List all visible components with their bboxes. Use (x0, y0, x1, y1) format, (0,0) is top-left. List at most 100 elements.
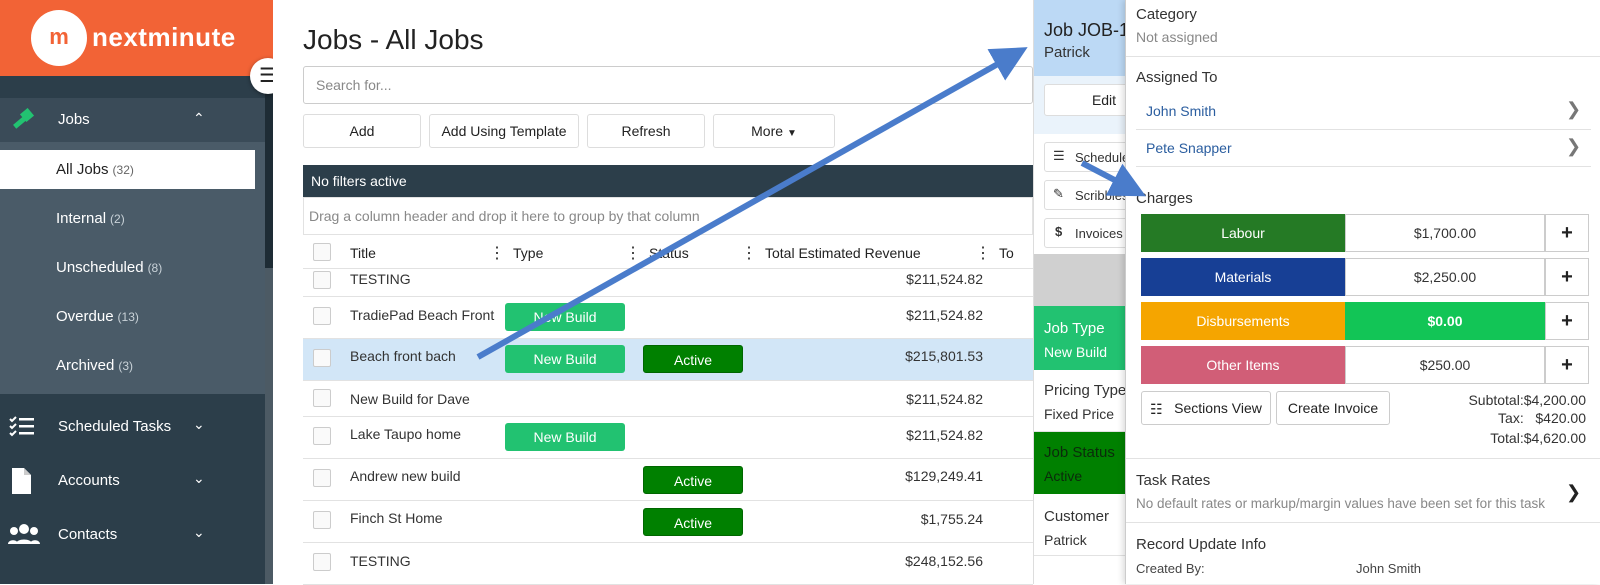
type-badge: New Build (505, 345, 625, 373)
field-label: Job Status (1044, 444, 1115, 461)
table-row[interactable]: TESTING $248,152.56 (303, 543, 1033, 585)
table-row[interactable]: TradiePad Beach Front New Build $211,524… (303, 297, 1033, 339)
field-value: New Build (1044, 344, 1108, 360)
charge-value[interactable]: $250.00 (1345, 346, 1545, 384)
chevron-down-icon: ⌄ (193, 416, 205, 432)
sidebar: m nextminute Jobs ⌃ All Jobs (32) Interna… (0, 0, 273, 584)
brand-logo[interactable]: m nextminute (0, 0, 273, 76)
submenu-item-internal[interactable]: Internal (2) (0, 199, 255, 238)
table-row-selected[interactable]: Beach front bach New Build Active $215,8… (303, 339, 1033, 381)
submenu-item-overdue[interactable]: Overdue (13) (0, 297, 255, 336)
charge-value[interactable]: $1,700.00 (1345, 214, 1545, 252)
chevron-right-icon[interactable]: ❯ (1566, 136, 1581, 157)
job-status-field: Job Status Active (1034, 432, 1134, 494)
pencil-icon: ✎ (1053, 186, 1064, 201)
chevron-right-icon[interactable]: ❯ (1566, 99, 1581, 120)
add-icon[interactable]: + (1545, 302, 1589, 340)
dollar-icon: $ (1055, 224, 1063, 239)
add-using-template-button[interactable]: Add Using Template (429, 114, 579, 148)
job-panel-divider (1034, 254, 1134, 306)
column-menu-icon[interactable]: ⋮ (975, 243, 991, 263)
add-icon[interactable]: + (1545, 258, 1589, 296)
sidebar-item-contacts[interactable]: Contacts ⌄ (0, 512, 265, 556)
create-invoice-button[interactable]: Create Invoice (1276, 391, 1390, 425)
row-checkbox[interactable] (313, 271, 331, 289)
sidebar-scrollbar-thumb[interactable] (265, 268, 273, 584)
row-checkbox[interactable] (313, 307, 331, 325)
row-checkbox[interactable] (313, 553, 331, 571)
more-button[interactable]: More ▼ (713, 114, 835, 148)
charge-label: Labour (1141, 214, 1345, 252)
row-checkbox[interactable] (313, 389, 331, 407)
select-all-checkbox[interactable] (313, 243, 331, 261)
column-menu-icon[interactable]: ⋮ (489, 243, 505, 263)
field-value: Patrick (1044, 532, 1087, 548)
submenu-item-archived[interactable]: Archived (3) (0, 346, 255, 385)
job-summary-panel: Job JOB-10 Patrick Edit ☰ Schedule ✎ Scrib… (1033, 0, 1134, 584)
schedule-button[interactable]: ☰ Schedule (1044, 142, 1134, 172)
caret-down-icon: ▼ (786, 128, 797, 139)
refresh-button[interactable]: Refresh (587, 114, 705, 148)
charge-label: Materials (1141, 258, 1345, 296)
invoices-button[interactable]: $ Invoices (4 (1044, 218, 1134, 248)
sidebar-item-label: Jobs (58, 111, 90, 128)
submenu-count: (2) (110, 212, 125, 226)
main-content: Jobs - All Jobs Search for... Add Add Us… (273, 0, 1033, 585)
row-checkbox[interactable] (313, 511, 331, 529)
group-drop-zone[interactable]: Drag a column header and drop it here to… (303, 197, 1033, 235)
charge-label: Disbursements (1141, 302, 1345, 340)
sections-view-button[interactable]: ☷ Sections View (1141, 391, 1271, 425)
row-checkbox[interactable] (313, 469, 331, 487)
scribbles-button[interactable]: ✎ Scribbles (1044, 180, 1134, 210)
job-title: Job JOB-10 (1044, 20, 1134, 40)
schedule-label: Schedule (1075, 150, 1130, 165)
search-input[interactable]: Search for... (303, 66, 1033, 104)
more-label: More (751, 123, 784, 139)
chevron-right-icon[interactable]: ❯ (1566, 482, 1581, 503)
row-revenue: $211,524.82 (906, 271, 983, 287)
add-icon[interactable]: + (1545, 346, 1589, 384)
charge-row-disbursements: Disbursements $0.00 + (1141, 302, 1591, 342)
table-row[interactable]: New Build for Dave $211,524.82 (303, 381, 1033, 417)
edit-button[interactable]: Edit (1044, 84, 1134, 116)
scribbles-label: Scribbles (1075, 188, 1129, 203)
sidebar-item-jobs[interactable]: Jobs ⌃ (0, 98, 265, 142)
row-checkbox[interactable] (313, 349, 331, 367)
hammer-icon (8, 107, 38, 139)
assigned-person[interactable]: Pete Snapper (1146, 140, 1232, 156)
submenu-label: All Jobs (56, 161, 109, 178)
column-menu-icon[interactable]: ⋮ (741, 243, 757, 263)
submenu-item-unscheduled[interactable]: Unscheduled (8) (0, 248, 255, 287)
add-icon[interactable]: + (1545, 214, 1589, 252)
divider (1136, 129, 1591, 130)
assigned-person[interactable]: John Smith (1146, 103, 1216, 119)
table-row[interactable]: Finch St Home Active $1,755.24 (303, 501, 1033, 543)
type-badge: New Build (505, 423, 625, 451)
customer-field: Customer Patrick (1034, 494, 1134, 556)
submenu-label: Unscheduled (56, 259, 144, 276)
assigned-to-label: Assigned To (1136, 69, 1218, 86)
divider (1136, 166, 1591, 167)
field-label: Pricing Type (1044, 382, 1127, 399)
row-title: Andrew new build (350, 468, 461, 484)
divider (1126, 522, 1600, 523)
sidebar-item-scheduled-tasks[interactable]: Scheduled Tasks ⌄ (0, 404, 265, 448)
submenu-label: Internal (56, 210, 107, 227)
task-rates-note: No default rates or markup/margin values… (1136, 496, 1545, 511)
table-row[interactable]: Lake Taupo home New Build $211,524.82 (303, 417, 1033, 459)
column-menu-icon[interactable]: ⋮ (625, 243, 641, 263)
charge-value[interactable]: $0.00 (1345, 302, 1545, 340)
row-checkbox[interactable] (313, 427, 331, 445)
submenu-item-all-jobs[interactable]: All Jobs (32) (0, 150, 255, 189)
sidebar-item-accounts[interactable]: Accounts ⌄ (0, 458, 265, 502)
table-row[interactable]: TESTING $211,524.82 (303, 263, 1033, 297)
table-row[interactable]: Andrew new build Active $129,249.41 (303, 459, 1033, 501)
add-button[interactable]: Add (303, 114, 421, 148)
chevron-down-icon: ⌄ (193, 470, 205, 486)
charge-row-other-items: Other Items $250.00 + (1141, 346, 1591, 386)
job-header: Job JOB-10 Patrick (1034, 0, 1134, 76)
category-label: Category (1136, 6, 1197, 23)
job-detail-panel: Category Not assigned Assigned To John S… (1125, 0, 1600, 584)
logo-letter: m (49, 24, 69, 49)
charge-value[interactable]: $2,250.00 (1345, 258, 1545, 296)
